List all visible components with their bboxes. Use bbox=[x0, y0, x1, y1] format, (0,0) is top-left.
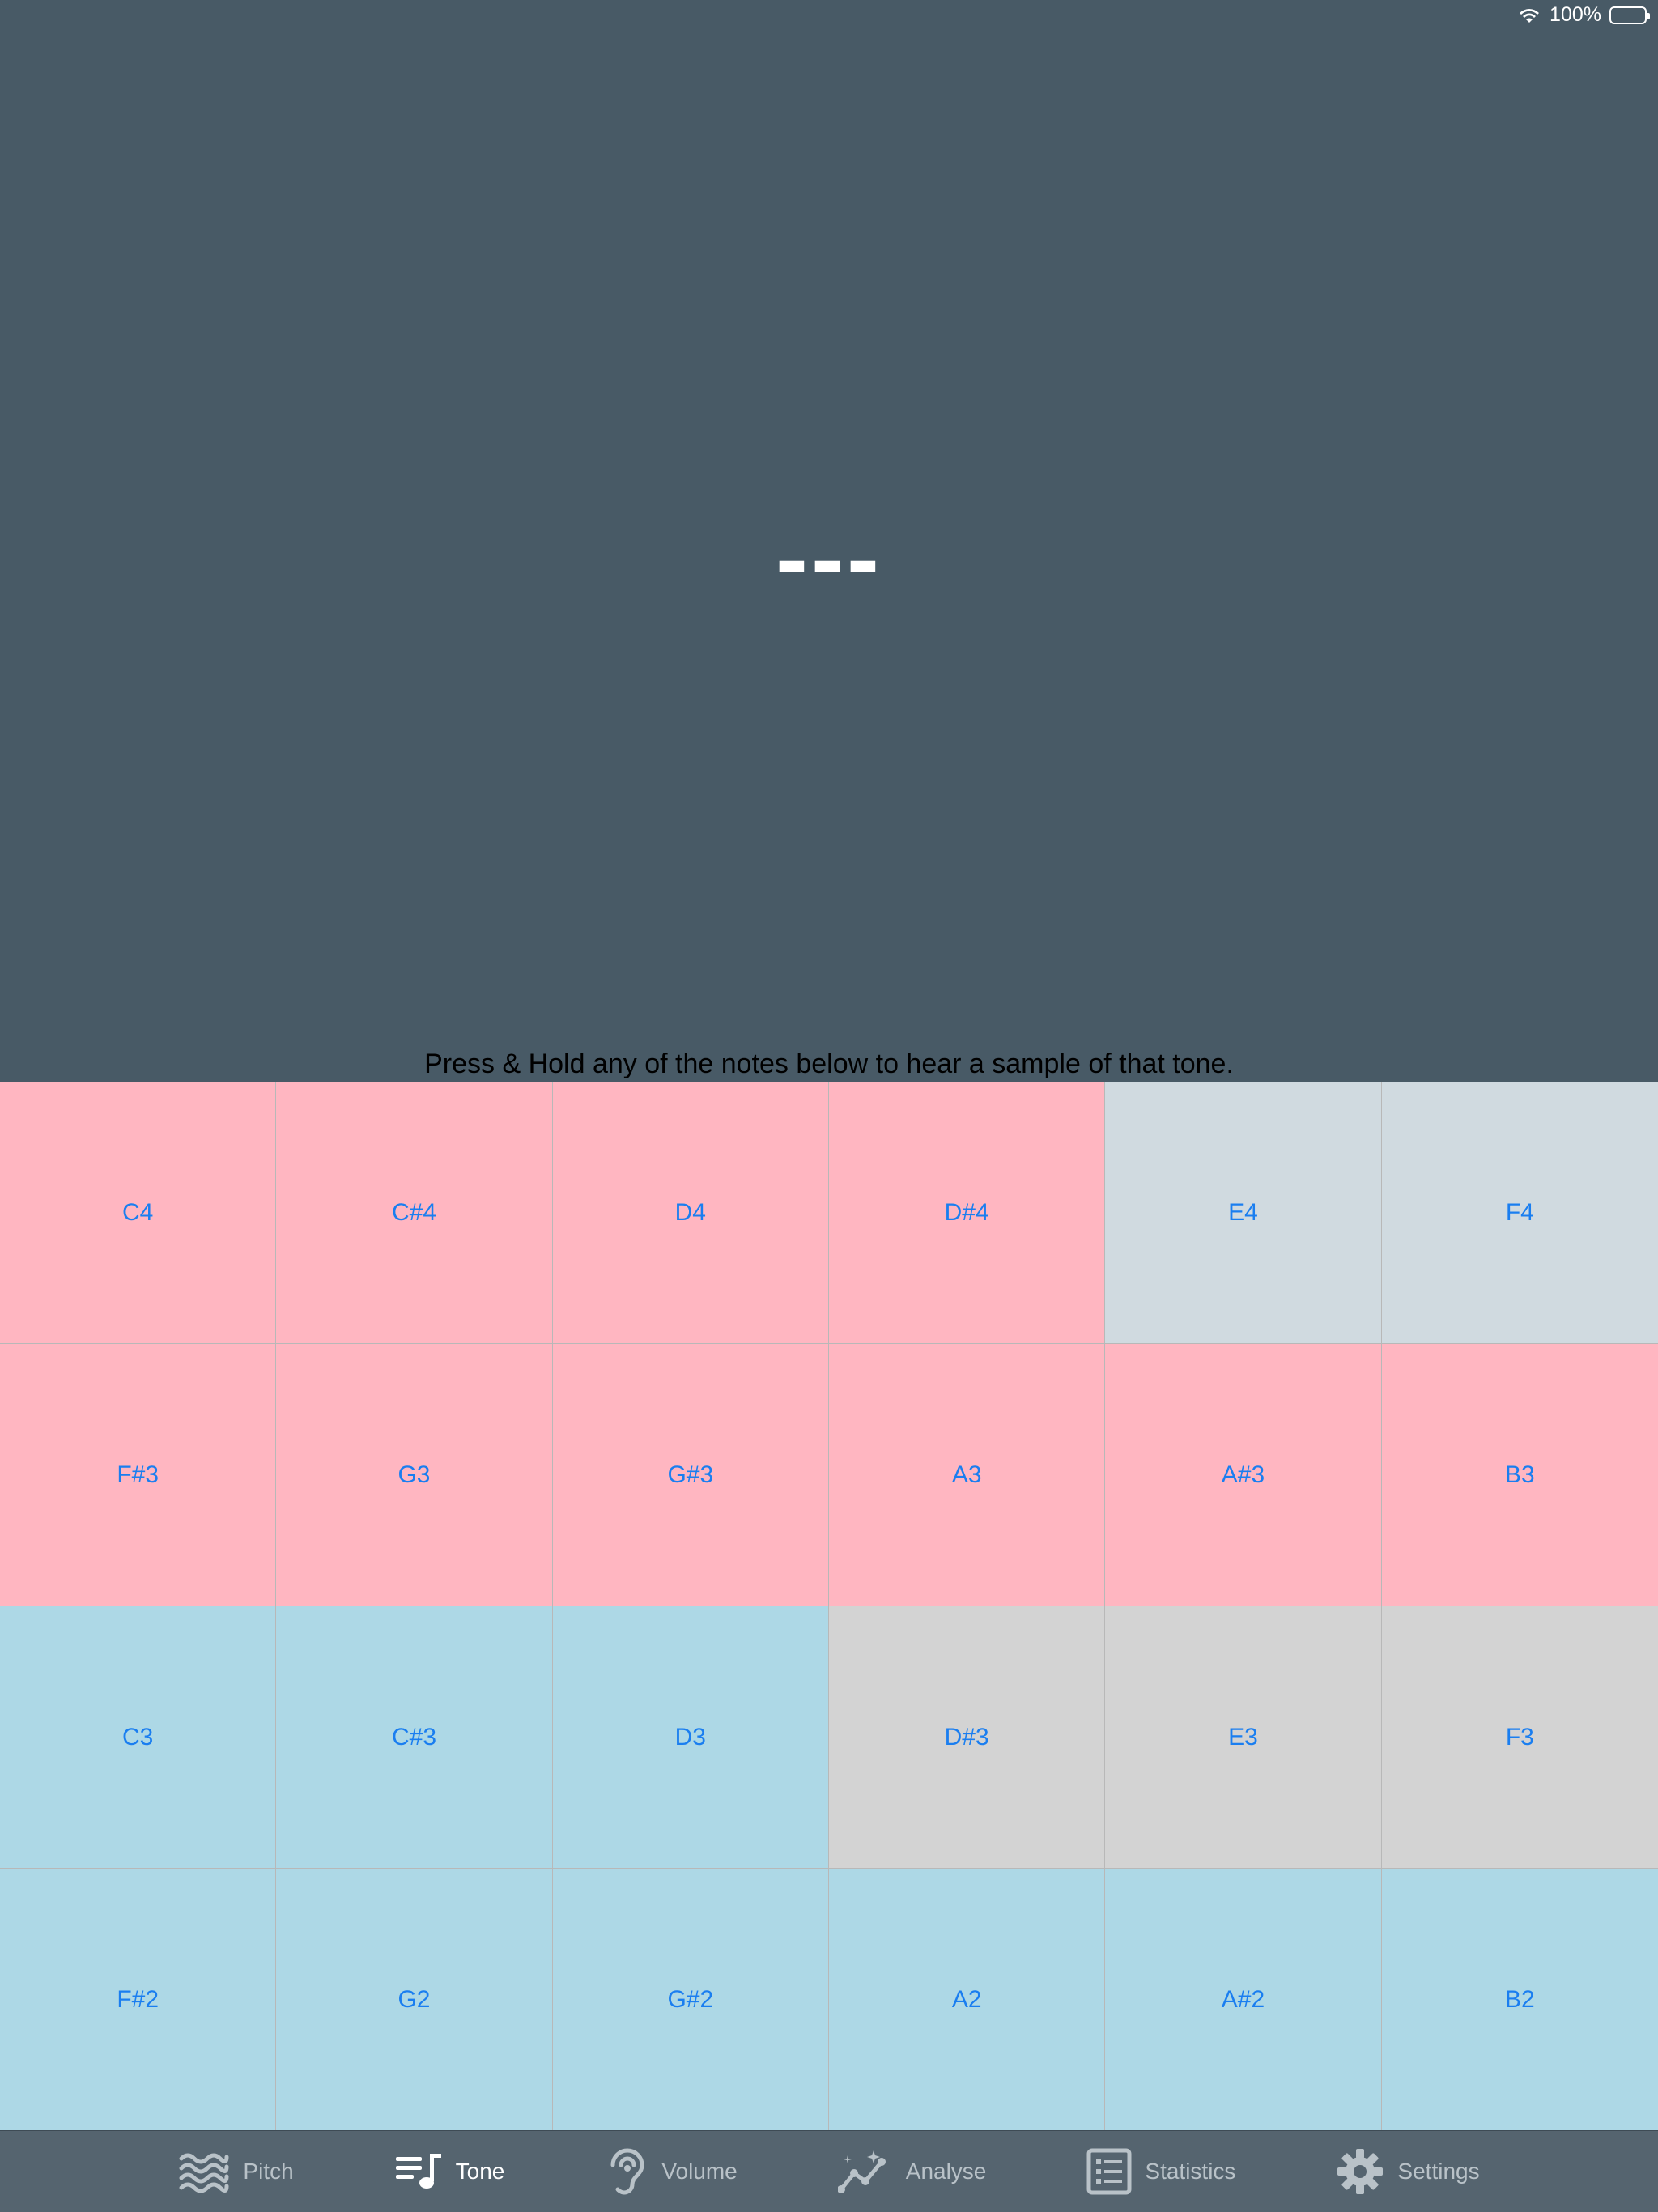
app-screen: 100% --- Press & Hold any of the notes b… bbox=[0, 0, 1658, 2212]
note-button[interactable]: F4 bbox=[1381, 1082, 1658, 1344]
tab-bar: Pitch Tone Volume Analyse Statistics Settings bbox=[0, 2130, 1658, 2212]
tab-pitch[interactable]: Pitch bbox=[128, 2149, 343, 2194]
note-button[interactable]: E3 bbox=[1105, 1606, 1382, 1869]
note-button[interactable]: F3 bbox=[1381, 1606, 1658, 1869]
tab-label: Analyse bbox=[905, 2159, 987, 2184]
note-grid: C4 C#4 D4 D#4 E4 F4 F#3 G3 G#3 A3 A#3 B3 C3 C#3 D3 D#3 E… bbox=[0, 1082, 1658, 2131]
tab-tone[interactable]: Tone bbox=[344, 2152, 555, 2191]
list-icon bbox=[1086, 2148, 1132, 2195]
tone-display: --- bbox=[776, 504, 882, 613]
note-button[interactable]: A#3 bbox=[1105, 1344, 1382, 1606]
tab-analyse[interactable]: Analyse bbox=[788, 2149, 1037, 2194]
status-bar: 100% bbox=[0, 0, 1658, 32]
tab-label: Settings bbox=[1397, 2159, 1480, 2184]
note-button[interactable]: B3 bbox=[1381, 1344, 1658, 1606]
battery-percent: 100% bbox=[1550, 3, 1601, 26]
note-button[interactable]: D#3 bbox=[829, 1606, 1106, 1869]
note-button[interactable]: G2 bbox=[276, 1869, 553, 2131]
gear-icon bbox=[1336, 2147, 1384, 2196]
note-button[interactable]: C4 bbox=[0, 1082, 277, 1344]
tab-settings[interactable]: Settings bbox=[1286, 2147, 1529, 2196]
note-button[interactable]: B2 bbox=[1381, 1869, 1658, 2131]
note-button[interactable]: C#4 bbox=[276, 1082, 553, 1344]
note-button[interactable]: E4 bbox=[1105, 1082, 1382, 1344]
note-button[interactable]: F#2 bbox=[0, 1869, 277, 2131]
note-button[interactable]: A2 bbox=[829, 1869, 1106, 2131]
battery-icon bbox=[1609, 6, 1650, 24]
tab-statistics[interactable]: Statistics bbox=[1036, 2148, 1286, 2195]
waves-icon bbox=[178, 2149, 230, 2194]
note-button[interactable]: A#2 bbox=[1105, 1869, 1382, 2131]
instruction-text: Press & Hold any of the notes below to h… bbox=[424, 1049, 1234, 1079]
note-button[interactable]: G#2 bbox=[552, 1869, 829, 2131]
tab-label: Tone bbox=[455, 2159, 505, 2184]
note-button[interactable]: C#3 bbox=[276, 1606, 553, 1869]
note-button[interactable]: D#4 bbox=[829, 1082, 1106, 1344]
note-button[interactable]: A3 bbox=[829, 1344, 1106, 1606]
tab-label: Statistics bbox=[1145, 2159, 1236, 2184]
note-button[interactable]: D3 bbox=[552, 1606, 829, 1869]
note-button[interactable]: G3 bbox=[276, 1344, 553, 1606]
note-button[interactable]: F#3 bbox=[0, 1344, 277, 1606]
music-queue-icon bbox=[394, 2152, 443, 2191]
note-button[interactable]: C3 bbox=[0, 1606, 277, 1869]
tab-volume[interactable]: Volume bbox=[555, 2146, 787, 2197]
tab-label: Pitch bbox=[243, 2159, 294, 2184]
note-button[interactable]: G#3 bbox=[552, 1344, 829, 1606]
wifi-icon bbox=[1517, 6, 1541, 24]
status-right: 100% bbox=[1517, 3, 1650, 27]
sparkle-chart-icon bbox=[837, 2149, 893, 2194]
tab-label: Volume bbox=[661, 2159, 738, 2184]
note-button[interactable]: D4 bbox=[552, 1082, 829, 1344]
ear-icon bbox=[605, 2146, 648, 2197]
